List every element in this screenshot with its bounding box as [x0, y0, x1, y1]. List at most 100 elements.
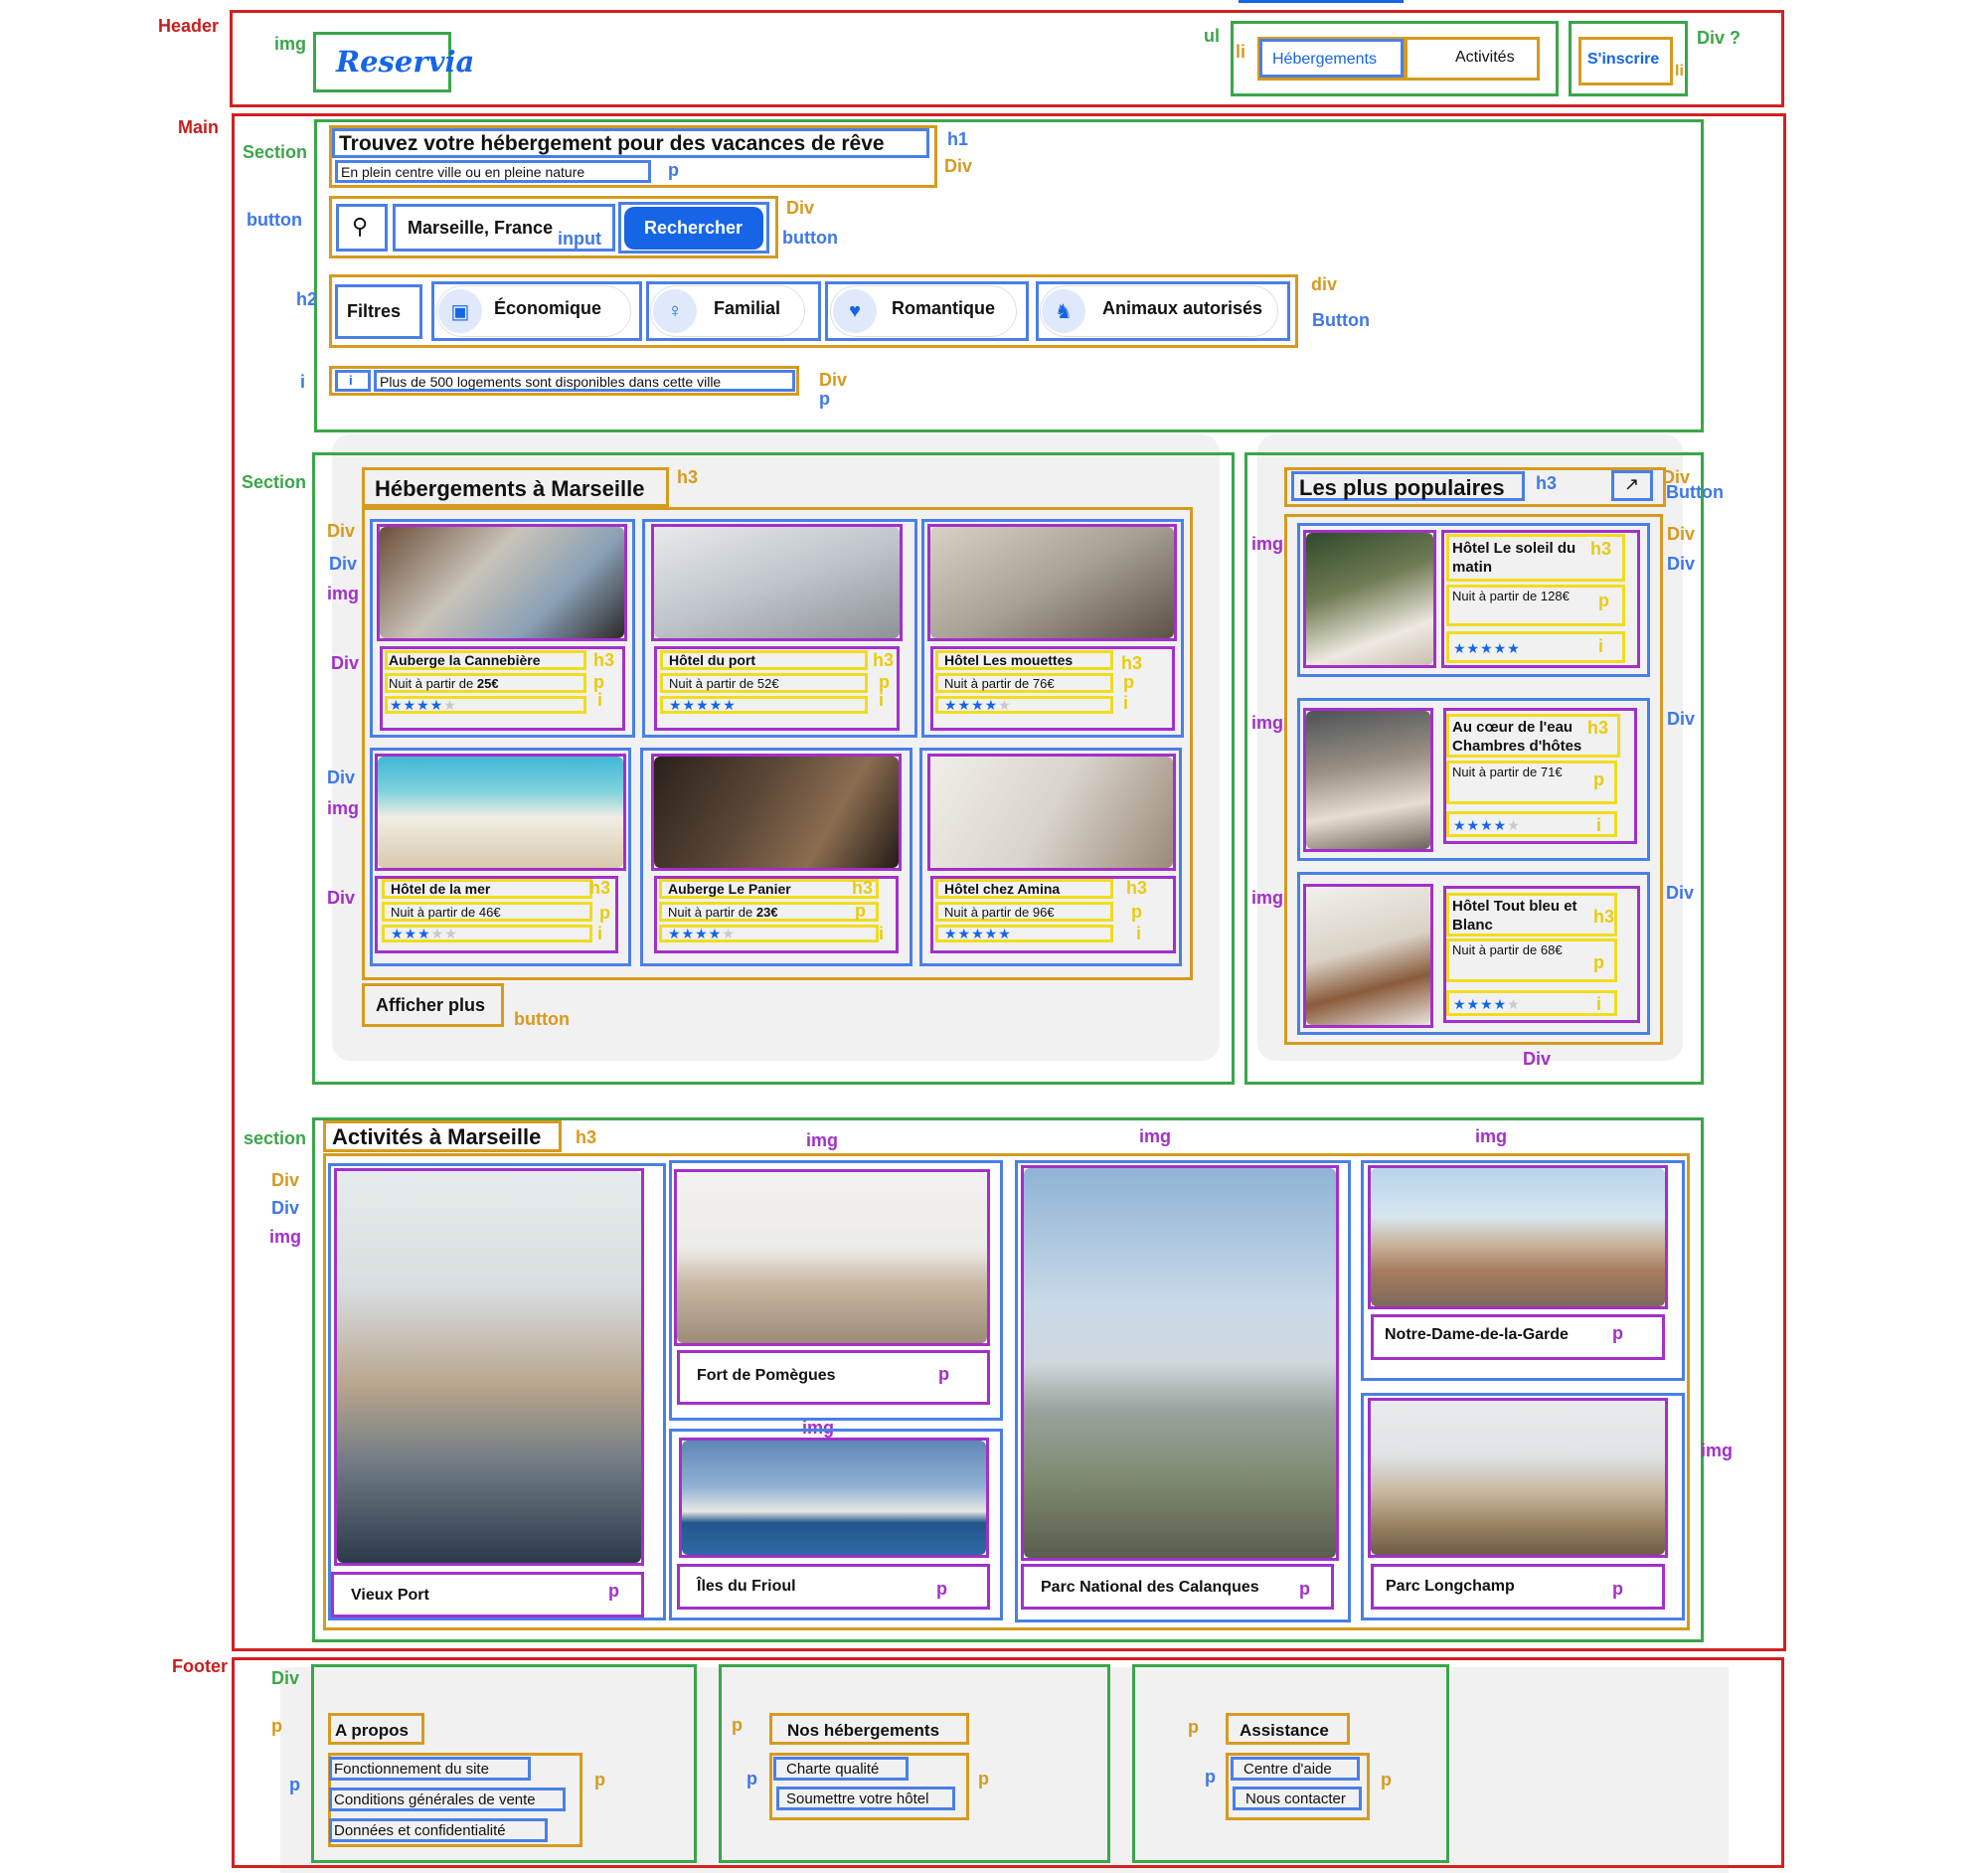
card-price: Nuit à partir de 96€	[944, 905, 1055, 920]
label-h3: h3	[852, 878, 874, 898]
label-h1: h1	[947, 129, 969, 149]
popular-photo	[1306, 711, 1430, 849]
footer-link[interactable]: Fonctionnement du site	[329, 1757, 531, 1781]
label-ul: ul	[1204, 26, 1220, 46]
label-div: Div	[819, 370, 848, 390]
label-p: p	[608, 1581, 619, 1601]
filter-animaux-label: Animaux autorisés	[1102, 298, 1263, 318]
card-price-box: Nuit à partir de 23€	[659, 902, 879, 922]
footer-link[interactable]: Conditions générales de vente	[329, 1788, 566, 1811]
footer-link[interactable]: Soumettre votre hôtel	[776, 1787, 955, 1810]
label-p: p	[732, 1715, 743, 1735]
label-i: i	[879, 690, 885, 710]
rating-stars: ★★★★★	[668, 926, 736, 941]
popular-rating-box: ★★★★★	[1446, 811, 1617, 837]
signup-link[interactable]: S'inscrire	[1587, 51, 1659, 69]
label-div: Div	[327, 767, 356, 787]
activities-title: Activités à Marseille	[332, 1124, 542, 1149]
label-p: p	[1299, 1579, 1310, 1599]
activity-label-box: Parc National des Calanques	[1021, 1564, 1334, 1610]
lodging-photo	[930, 527, 1174, 638]
rating-stars: ★★★★★	[944, 926, 1012, 941]
footer-title: A propos	[335, 1721, 409, 1740]
label-div: Div	[329, 554, 358, 574]
label-p: p	[1205, 1767, 1216, 1787]
label-i: i	[1598, 636, 1604, 656]
signup-item-box: S'inscrire	[1578, 37, 1673, 85]
info-text-box: Plus de 500 logements sont disponibles d…	[374, 370, 795, 392]
label-footer: Footer	[172, 1656, 228, 1676]
money-icon: ▣	[438, 289, 482, 333]
card-rating-box: ★★★★★	[935, 925, 1113, 942]
lodgings-title-box: Hébergements à Marseille	[362, 467, 669, 507]
label-img: img	[269, 1227, 302, 1247]
label-p: p	[668, 160, 679, 180]
label-p: p	[978, 1769, 989, 1788]
filters-heading-box: Filtres	[335, 284, 422, 339]
footer-title: Assistance	[1240, 1721, 1329, 1740]
label-div: Div	[1667, 554, 1696, 574]
label-button-cap: Button	[1312, 310, 1370, 330]
label-p: p	[1598, 591, 1609, 610]
rating-stars: ★★★★★	[669, 697, 737, 713]
footer-link[interactable]: Données et confidentialité	[329, 1818, 548, 1842]
pin-icon: ⚲	[352, 214, 369, 239]
label-li: li	[1675, 63, 1684, 80]
label-p: p	[855, 901, 866, 921]
footer-link[interactable]: Centre d'aide	[1231, 1757, 1360, 1781]
footer-link[interactable]: Nous contacter	[1233, 1787, 1362, 1810]
footer-link-label: Soumettre votre hôtel	[786, 1790, 929, 1807]
trending-icon: ↗	[1624, 474, 1640, 494]
label-p: p	[594, 1770, 605, 1789]
card-title: Hôtel Les mouettes	[944, 652, 1074, 668]
rating-stars: ★★★★★	[1453, 640, 1521, 656]
footer-title: Nos hébergements	[787, 1721, 940, 1740]
lodging-photo	[930, 757, 1173, 868]
label-p: p	[271, 1716, 282, 1736]
label-p: p	[289, 1775, 300, 1794]
activity-photo	[337, 1171, 641, 1563]
activity-label-box: Vieux Port	[331, 1572, 644, 1618]
label-img: img	[1251, 888, 1284, 908]
info-icon: i	[335, 370, 371, 392]
card-price: Nuit à partir de 23€	[668, 905, 778, 920]
label-p: p	[1612, 1579, 1623, 1599]
hero-subtitle: En plein centre ville ou en pleine natur…	[341, 164, 585, 180]
popular-title: Les plus populaires	[1299, 475, 1505, 500]
label-img: img	[1701, 1441, 1734, 1460]
label-i: i	[1596, 815, 1602, 835]
label-i: i	[1136, 924, 1142, 943]
more-button[interactable]: Afficher plus	[362, 983, 504, 1027]
heart-icon: ♥	[833, 289, 877, 333]
label-button-cap: Button	[1666, 482, 1724, 502]
logo-box[interactable]: Reservia	[313, 32, 474, 92]
logo: Reservia	[336, 45, 475, 79]
footer-link[interactable]: Charte qualité	[773, 1757, 909, 1781]
nav-hebergements[interactable]: Hébergements	[1259, 39, 1404, 78]
label-p: p	[819, 389, 830, 409]
card-rating-box: ★★★★★	[382, 925, 592, 942]
label-main: Main	[178, 117, 220, 137]
card-title: Hôtel chez Amina	[944, 881, 1061, 897]
lodging-photo	[378, 757, 623, 868]
label-section-lower: section	[244, 1128, 307, 1148]
popular-price: Nuit à partir de 71€	[1452, 765, 1563, 779]
label-header: Header	[158, 16, 220, 36]
card-title: Auberge Le Panier	[668, 881, 791, 897]
popular-price-box: Nuit à partir de 68€	[1446, 938, 1617, 982]
label-h3: h3	[1126, 878, 1148, 898]
card-price-box: Nuit à partir de 46€	[382, 902, 592, 922]
activity-name: Parc Longchamp	[1386, 1578, 1515, 1595]
filter-economique-label: Économique	[494, 298, 602, 318]
label-h3: h3	[1593, 907, 1615, 927]
trending-button[interactable]: ↗	[1611, 470, 1653, 501]
nav-activites[interactable]: Activités	[1455, 49, 1515, 67]
card-price-box: Nuit à partir de 76€	[935, 673, 1113, 693]
search-button-label: Rechercher	[644, 218, 744, 238]
label-div: Div	[944, 156, 973, 176]
filter-familial-label: Familial	[714, 298, 781, 318]
location-button[interactable]: ⚲	[336, 204, 388, 252]
popular-name: Hôtel Tout bleu et Blanc	[1452, 898, 1577, 934]
label-div: Div	[1523, 1049, 1552, 1069]
search-button[interactable]: Rechercher	[624, 207, 763, 250]
